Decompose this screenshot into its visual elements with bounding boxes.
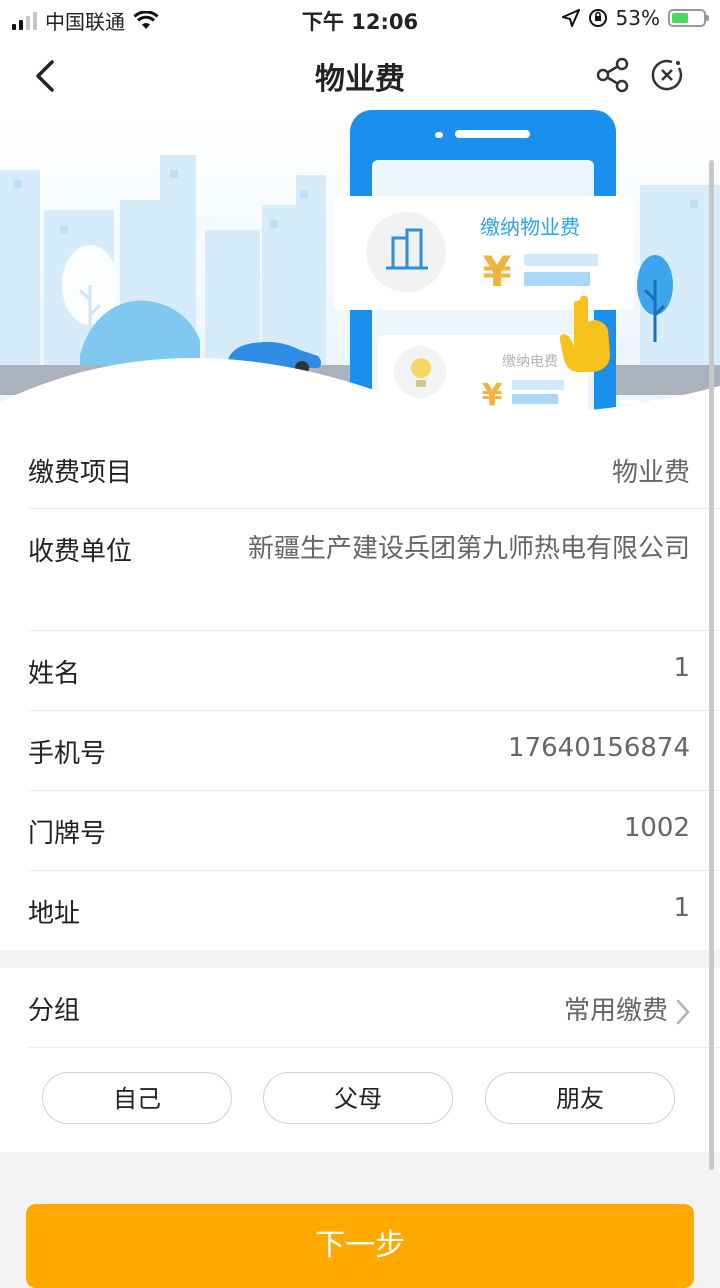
next-step-button[interactable]: 下一步 [26, 1204, 694, 1288]
secondary-card-currency: ¥ [482, 378, 503, 413]
status-bar: 中国联通 下午 12:06 53% [0, 0, 720, 38]
detail-label: 姓名 [28, 659, 81, 689]
detail-row-name: 姓名 1 [28, 631, 720, 711]
group-value[interactable]: 常用缴费 [564, 990, 690, 1027]
detail-value: 17640156874 [508, 733, 690, 763]
detail-label: 地址 [28, 899, 81, 929]
detail-value: 物业费 [611, 458, 690, 488]
detail-value: 1 [673, 653, 690, 683]
scrollbar[interactable] [709, 160, 714, 1170]
detail-label: 收费单位 [28, 537, 133, 567]
detail-row-address: 地址 1 [28, 871, 720, 950]
detail-value: 1002 [623, 813, 690, 843]
share-icon[interactable] [594, 56, 632, 94]
main-card-currency: ¥ [482, 247, 511, 296]
status-right: 53% [561, 6, 709, 30]
city-scene-illustration: 缴纳电费 ¥ 缴纳物业费 ¥ [0, 110, 720, 430]
group-label: 分组 [28, 996, 81, 1026]
detail-row-house-number: 门牌号 1002 [28, 791, 720, 871]
detail-row-item: 缴费项目 物业费 [28, 430, 720, 509]
payment-details: 缴费项目 物业费 收费单位 新疆生产建设兵团第九师热电有限公司 姓名 1 手机号… [0, 430, 720, 950]
battery-percent: 53% [615, 6, 660, 30]
group-selector-row[interactable]: 分组 常用缴费 [28, 968, 720, 1048]
detail-row-phone: 手机号 17640156874 [28, 711, 720, 791]
rotation-lock-icon [588, 9, 607, 27]
detail-value: 1 [673, 893, 690, 923]
navigation-bar: 物业费 [0, 38, 720, 110]
detail-row-payee: 收费单位 新疆生产建设兵团第九师热电有限公司 [28, 509, 720, 631]
banner-illustration: 缴纳电费 ¥ 缴纳物业费 ¥ [0, 110, 720, 430]
detail-label: 缴费项目 [28, 458, 133, 488]
close-mini-program-icon[interactable] [648, 56, 686, 94]
detail-label: 门牌号 [28, 819, 107, 849]
main-card-title: 缴纳物业费 [480, 215, 580, 239]
group-chip-parents[interactable]: 父母 [263, 1072, 453, 1124]
group-selected-value: 常用缴费 [563, 996, 668, 1026]
battery-icon [668, 9, 709, 27]
group-section: 分组 常用缴费 自己 父母 朋友 [0, 968, 720, 1152]
detail-value: 新疆生产建设兵团第九师热电有限公司 [247, 534, 690, 564]
location-arrow-icon [561, 9, 580, 27]
detail-label: 手机号 [28, 739, 107, 769]
secondary-card-title: 缴纳电费 [502, 354, 558, 370]
group-chip-friends[interactable]: 朋友 [485, 1072, 675, 1124]
chevron-right-icon [676, 999, 690, 1024]
group-chip-self[interactable]: 自己 [42, 1072, 232, 1124]
